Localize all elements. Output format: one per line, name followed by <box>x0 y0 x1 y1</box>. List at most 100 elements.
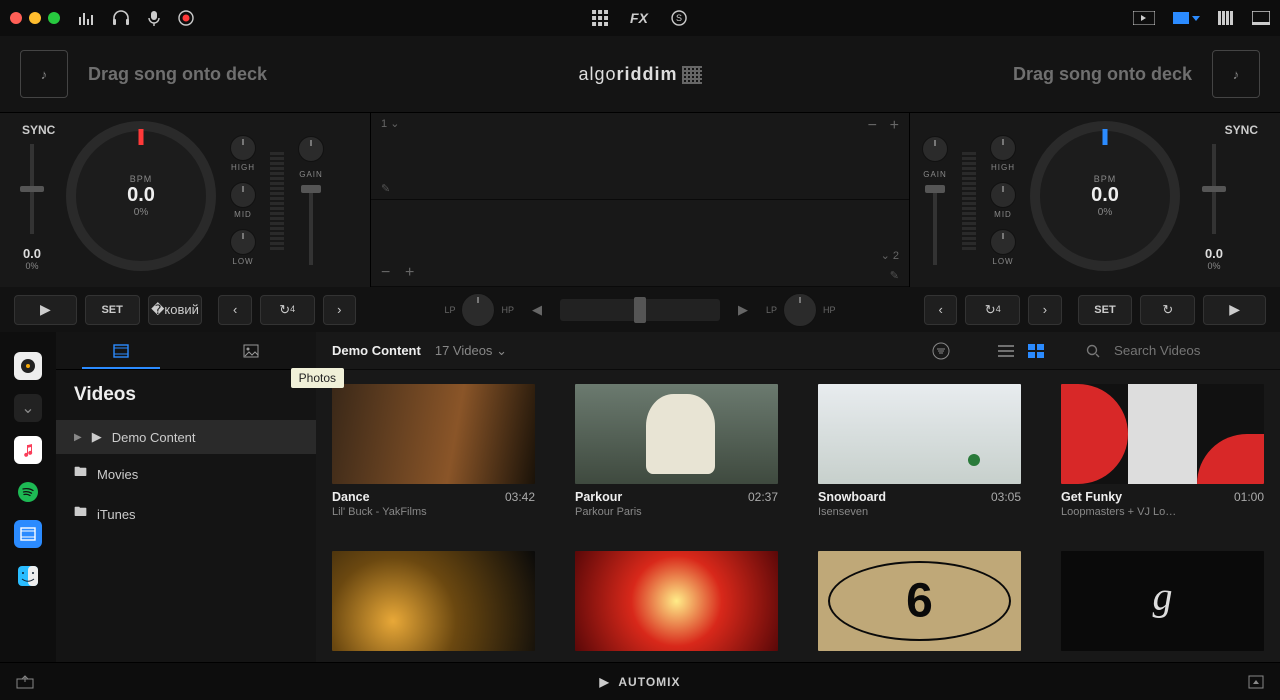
video-card[interactable] <box>818 551 1021 662</box>
grid-icon[interactable] <box>592 10 608 26</box>
filter-b[interactable]: LP HP <box>766 293 836 327</box>
sync-button-b[interactable]: SYNC <box>1225 123 1258 137</box>
tab-videos[interactable] <box>56 332 186 369</box>
loop-half-a[interactable]: ‹ <box>218 295 251 325</box>
mid-knob-b[interactable] <box>990 182 1016 208</box>
play-button-a[interactable]: ▶ <box>14 295 77 325</box>
cue-set-a[interactable]: SET <box>85 295 140 325</box>
chevron-down-icon[interactable]: ⌄ <box>390 118 399 130</box>
export-icon[interactable] <box>16 675 34 689</box>
filter-knob-a[interactable] <box>461 293 495 327</box>
jogwheel-a[interactable]: BPM 0.0 0% <box>66 121 216 271</box>
video-artist: Loopmasters + VJ Lo… <box>1061 506 1201 518</box>
low-knob-a[interactable] <box>230 229 256 255</box>
video-card[interactable]: Get Funky01:00Loopmasters + VJ Lo… <box>1061 384 1264 521</box>
cue-jump-a[interactable]: �ковий <box>148 295 203 325</box>
filter-icon[interactable] <box>932 342 950 360</box>
automix-button[interactable]: ▶ AUTOMIX <box>599 675 680 689</box>
video-card[interactable] <box>575 551 778 662</box>
low-knob-b[interactable] <box>990 229 1016 255</box>
volume-slider-a[interactable] <box>309 185 313 265</box>
video-thumbnail[interactable] <box>575 384 778 484</box>
loop-double-a[interactable]: › <box>323 295 356 325</box>
list-view-icon[interactable] <box>998 344 1014 358</box>
video-card[interactable]: Snowboard03:05Isenseven <box>818 384 1021 521</box>
loop-half-b[interactable]: ‹ <box>924 295 957 325</box>
video-card[interactable] <box>332 551 535 662</box>
crossfader[interactable] <box>560 299 720 321</box>
video-thumbnail[interactable] <box>575 551 778 651</box>
collapse-icon[interactable] <box>1248 675 1264 689</box>
fullscreen-icon[interactable] <box>1252 11 1270 25</box>
video-thumbnail[interactable] <box>1061 384 1264 484</box>
search-input[interactable] <box>1114 343 1264 358</box>
equalizer-icon[interactable] <box>78 11 94 25</box>
fx-button[interactable]: FX <box>630 10 648 26</box>
filter-a[interactable]: LP HP <box>444 293 514 327</box>
mid-knob-a[interactable] <box>230 182 256 208</box>
zoom-in-2[interactable]: + <box>405 264 899 282</box>
microphone-icon[interactable] <box>148 10 160 26</box>
tab-photos[interactable] <box>186 332 316 369</box>
deck-b-dropzone[interactable]: ♪ <box>1212 50 1260 98</box>
edit-icon-1[interactable]: ✎ <box>381 182 390 195</box>
deck-header: ♪ Drag song onto deck algoriddim Drag so… <box>0 36 1280 112</box>
sync-button-a[interactable]: SYNC <box>22 123 55 137</box>
tempo-slider-a[interactable]: 0.0 0% <box>12 121 52 271</box>
sidebar-item-itunes[interactable]: 🖿iTunes <box>56 494 316 534</box>
volume-slider-b[interactable] <box>933 185 937 265</box>
xfade-right-icon[interactable]: ▶ <box>738 302 748 318</box>
sidebar-item-movies[interactable]: 🖿Movies <box>56 454 316 494</box>
video-thumbnail[interactable] <box>1061 551 1264 651</box>
gain-knob-b[interactable] <box>922 136 948 162</box>
grid-view-icon[interactable] <box>1028 344 1044 358</box>
tempo-slider-b[interactable]: 0.0 0% <box>1194 121 1234 271</box>
source-finder[interactable] <box>14 562 42 590</box>
video-card[interactable]: Dance03:42Lil' Buck - YakFilms <box>332 384 535 521</box>
video-card[interactable] <box>1061 551 1264 662</box>
source-applemusic[interactable] <box>14 436 42 464</box>
zoom-out-1[interactable]: − <box>868 117 877 135</box>
sampler-icon[interactable]: S <box>670 9 688 27</box>
source-spotify[interactable] <box>14 478 42 506</box>
video-output-icon[interactable] <box>1133 11 1155 25</box>
jogwheel-b[interactable]: BPM 0.0 0% <box>1030 121 1180 271</box>
waveform-track-1[interactable]: 1 ⌄ − + ✎ <box>371 113 909 200</box>
deck-a-dropzone[interactable]: ♪ <box>20 50 68 98</box>
collection-count[interactable]: 17 Videos ⌄ <box>435 343 507 359</box>
eq-a: HIGH MID LOW <box>230 121 256 279</box>
loop-double-b[interactable]: › <box>1028 295 1061 325</box>
close-icon[interactable] <box>10 12 22 24</box>
zoom-icon[interactable] <box>48 12 60 24</box>
video-thumbnail[interactable] <box>818 384 1021 484</box>
zoom-in-1[interactable]: + <box>890 117 899 135</box>
cue-jump-b[interactable]: ↻ <box>1140 295 1195 325</box>
source-videos[interactable] <box>14 520 42 548</box>
xfade-left-icon[interactable]: ◀ <box>532 302 542 318</box>
video-thumbnail[interactable] <box>332 384 535 484</box>
search-icon[interactable] <box>1086 344 1100 358</box>
columns-icon[interactable] <box>1218 11 1234 25</box>
video-thumbnail[interactable] <box>332 551 535 651</box>
high-knob-b[interactable] <box>990 135 1016 161</box>
waveform-track-2[interactable]: ⌄ 2 − + ✎ <box>371 200 909 287</box>
source-djay[interactable] <box>14 352 42 380</box>
loop-b[interactable]: ↻4 <box>965 295 1020 325</box>
chevron-down-icon[interactable]: ⌄ <box>881 250 890 262</box>
headphones-icon[interactable] <box>112 10 130 26</box>
gain-knob-a[interactable] <box>298 136 324 162</box>
high-knob-a[interactable] <box>230 135 256 161</box>
edit-icon-2[interactable]: ✎ <box>890 269 899 282</box>
play-button-b[interactable]: ▶ <box>1203 295 1266 325</box>
source-expand-icon[interactable]: ⌄ <box>14 394 42 422</box>
loop-a[interactable]: ↻4 <box>260 295 315 325</box>
video-card[interactable]: Parkour02:37Parkour Paris <box>575 384 778 521</box>
sidebar-item-demo-content[interactable]: ▶▶Demo Content <box>56 420 316 454</box>
filter-knob-b[interactable] <box>783 293 817 327</box>
layout-presets-icon[interactable] <box>1173 12 1200 24</box>
video-thumbnail[interactable] <box>818 551 1021 651</box>
cue-set-b[interactable]: SET <box>1078 295 1133 325</box>
video-title: Dance <box>332 490 370 504</box>
minimize-icon[interactable] <box>29 12 41 24</box>
record-icon[interactable] <box>178 10 194 26</box>
